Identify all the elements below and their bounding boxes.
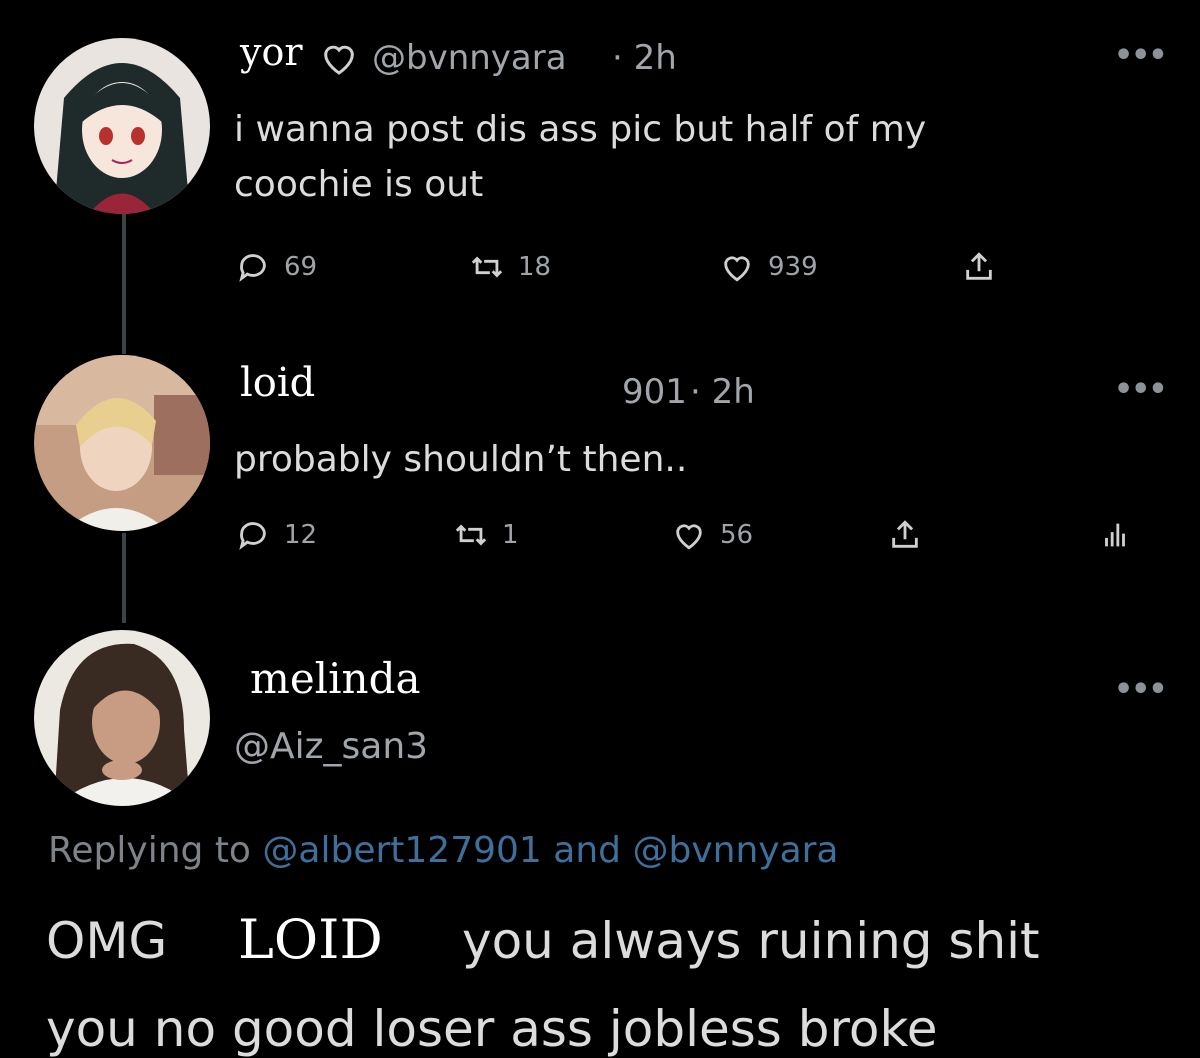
handle-melinda[interactable]: @Aiz_san3 — [234, 726, 428, 767]
reply-mention-albert[interactable]: @albert127901 — [262, 830, 541, 871]
replying-prefix: Replying to — [48, 830, 251, 871]
like-icon — [724, 256, 750, 282]
avatar-melinda[interactable] — [34, 630, 210, 806]
retweet-icon — [471, 256, 503, 278]
reply-and: and — [553, 830, 622, 871]
retweet-button[interactable]: 1 — [454, 518, 519, 552]
like-count: 939 — [768, 252, 818, 282]
reply-count: 12 — [284, 520, 318, 550]
handle-loid-partial[interactable]: 901 — [622, 372, 687, 412]
heart-outline-icon — [318, 38, 360, 82]
analytics-button[interactable] — [1098, 518, 1132, 552]
tweet-text-loid: probably shouldn’t then.. — [234, 439, 688, 480]
reply-button[interactable]: 12 — [236, 518, 317, 552]
like-count: 56 — [720, 520, 754, 550]
tweet-text-line2: coochie is out — [234, 164, 484, 205]
username-melinda[interactable]: melinda — [250, 654, 421, 703]
reply-count: 69 — [284, 252, 318, 282]
share-icon — [892, 520, 918, 548]
tweet-text-line2: you no good loser ass jobless broke — [46, 1000, 938, 1058]
tweet-text-yor: i wanna post dis ass pic but half of my … — [234, 102, 926, 212]
more-icon[interactable]: ••• — [1114, 672, 1168, 707]
avatar-yor[interactable] — [34, 38, 210, 214]
retweet-icon — [455, 524, 487, 546]
more-icon[interactable]: ••• — [1114, 38, 1168, 73]
thread-line-1 — [122, 214, 126, 354]
handle-yor[interactable]: @bvnnyara — [372, 38, 567, 78]
like-icon — [676, 524, 702, 550]
retweet-count: 1 — [502, 520, 519, 550]
share-button[interactable] — [962, 250, 996, 284]
like-button[interactable]: 56 — [672, 518, 753, 552]
tweet-text-line1: i wanna post dis ass pic but half of my — [234, 109, 927, 150]
replying-to-line: Replying to @albert127901 and @bvnnyara — [48, 830, 838, 871]
reply-icon — [239, 254, 266, 282]
reply-button[interactable]: 69 — [236, 250, 317, 284]
analytics-icon — [1105, 523, 1125, 547]
more-icon[interactable]: ••• — [1114, 372, 1168, 407]
timestamp-loid[interactable]: · 2h — [690, 372, 755, 412]
avatar-loid[interactable] — [34, 355, 210, 531]
retweet-button[interactable]: 18 — [470, 250, 551, 284]
share-button[interactable] — [888, 518, 922, 552]
reply-icon — [239, 522, 266, 550]
timestamp-yor[interactable]: · 2h — [612, 38, 677, 78]
tweet-text-omg: OMG — [46, 912, 168, 970]
thread-line-2 — [122, 533, 126, 623]
username-loid[interactable]: loid — [240, 360, 315, 406]
share-icon — [966, 252, 992, 280]
username-yor[interactable]: yor — [240, 30, 303, 74]
like-button[interactable]: 939 — [720, 250, 818, 284]
reply-mention-bvnnyara[interactable]: @bvnnyara — [632, 830, 838, 871]
retweet-count: 18 — [518, 252, 552, 282]
tweet-text-loid-name: LOID — [238, 908, 383, 971]
tweet-text-rest: you always ruining shit — [462, 912, 1040, 970]
